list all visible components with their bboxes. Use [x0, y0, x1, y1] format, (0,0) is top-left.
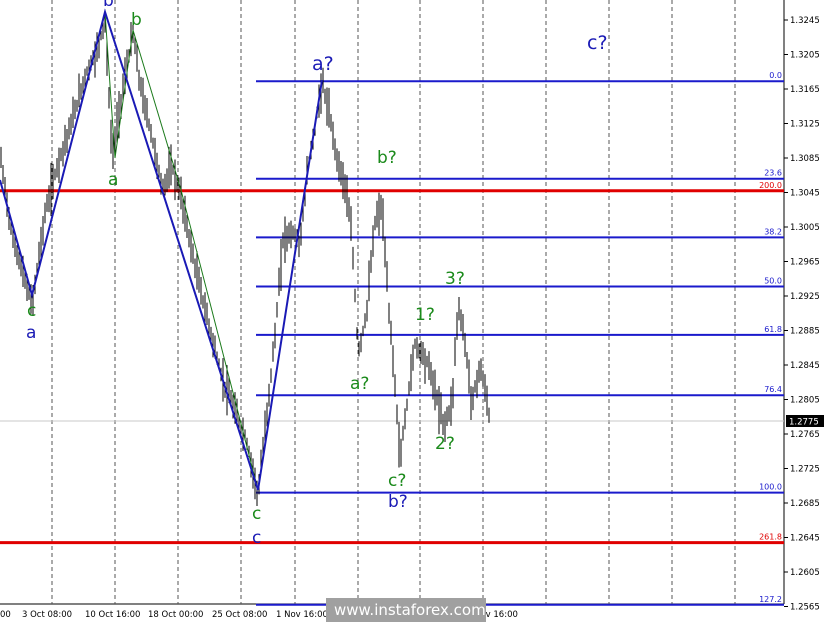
wave-label: c: [27, 301, 36, 321]
current-price-marker: 1.2775: [786, 415, 824, 428]
wave-label: b?: [377, 148, 397, 168]
price-tick-label: 1.2685: [790, 499, 820, 509]
wave-label: c?: [388, 471, 406, 491]
fib-level-label: 127.2: [759, 595, 782, 604]
price-tick-label: 1.2645: [790, 534, 820, 544]
fib-level-label: 61.8: [764, 325, 782, 334]
time-tick-label: 18 Oct 00:00: [148, 610, 203, 620]
price-tick-label: 1.3045: [790, 189, 820, 199]
price-tick-label: 1.2925: [790, 292, 820, 302]
wave-label: 3?: [445, 269, 465, 289]
fib-level-label: 261.8: [759, 533, 782, 542]
wave-label: b?: [388, 492, 408, 512]
price-tick-label: 1.2885: [790, 327, 820, 337]
wave-label: b: [131, 10, 142, 30]
wave-label: a: [108, 170, 118, 190]
fib-level-label: 76.4: [764, 385, 782, 394]
price-tick-label: 1.2765: [790, 430, 820, 440]
wave-label: c?: [587, 32, 608, 54]
fib-level-label: 38.2: [764, 227, 782, 236]
fib-level-label: 100.0: [759, 483, 782, 492]
wave-label: 2?: [435, 434, 455, 454]
price-tick-label: 1.3205: [790, 51, 820, 61]
price-tick-label: 1.2565: [790, 603, 820, 613]
forex-chart: 0.0 23.6 200.0 38.2 50.0 61.8 76.4 100.0 261.8 12…: [0, 0, 824, 622]
time-tick-label: 1 Nov 16:00: [276, 610, 328, 620]
wave-label: a?: [312, 53, 334, 75]
price-tick-label: 1.3165: [790, 85, 820, 95]
wave-label: 1?: [415, 305, 435, 325]
time-tick-label: 10 Oct 16:00: [85, 610, 140, 620]
wave-label: a: [26, 323, 36, 343]
time-tick-label: 3 Oct 08:00: [22, 610, 72, 620]
svg-text:1.2775: 1.2775: [789, 418, 819, 428]
watermark-text: www.instaforex.com: [334, 601, 486, 619]
price-tick-label: 1.2725: [790, 465, 820, 475]
fib-level-label: 23.6: [764, 169, 782, 178]
price-tick-label: 1.3125: [790, 120, 820, 130]
price-tick-label: 1.2845: [790, 361, 820, 371]
wave-label: a?: [350, 374, 369, 394]
wave-label: b: [103, 0, 114, 11]
fib-level-label: 50.0: [764, 277, 782, 286]
price-tick-label: 1.2605: [790, 568, 820, 578]
price-tick-label: 1.3085: [790, 154, 820, 164]
price-tick-label: 1.2965: [790, 258, 820, 268]
watermark: www.instaforex.com: [326, 598, 486, 622]
price-tick-label: 1.3005: [790, 223, 820, 233]
plot-area: [0, 0, 784, 604]
fib-level-label: 0.0: [769, 71, 782, 80]
fib-level-label: 200.0: [759, 181, 782, 190]
price-tick-label: 1.2805: [790, 396, 820, 406]
time-tick-label: 00: [0, 610, 11, 620]
wave-label: c: [252, 504, 261, 524]
price-tick-label: 1.3245: [790, 16, 820, 26]
time-tick-label: 25 Oct 08:00: [212, 610, 267, 620]
price-axis: 1.3245 1.3205 1.3165 1.3125 1.3085 1.3045 1.30…: [784, 16, 820, 613]
wave-label: c: [252, 528, 261, 548]
